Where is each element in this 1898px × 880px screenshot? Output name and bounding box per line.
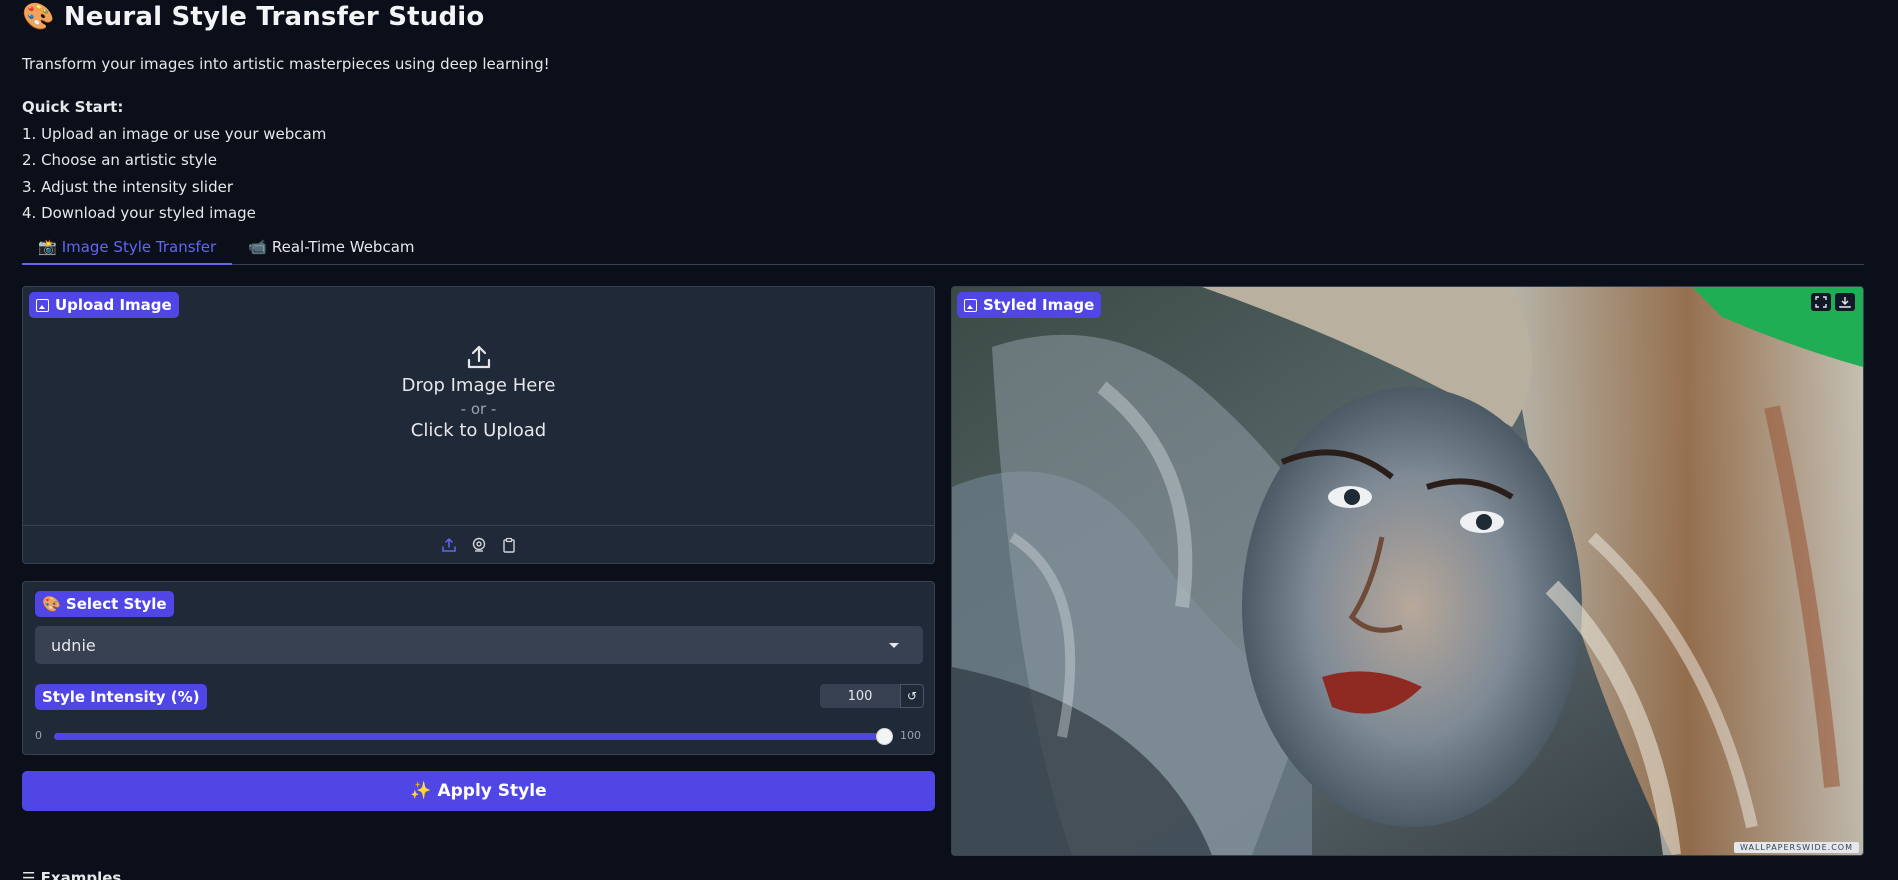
quick-start-step: 3. Adjust the intensity slider bbox=[22, 177, 233, 196]
upload-icon bbox=[441, 537, 456, 552]
styled-image bbox=[952, 287, 1863, 855]
tab-real-time-webcam[interactable]: 📹 Real-Time Webcam bbox=[232, 234, 430, 265]
style-dropdown[interactable]: udnie bbox=[35, 626, 923, 664]
upload-source-button[interactable] bbox=[439, 535, 459, 555]
clipboard-icon bbox=[502, 537, 515, 553]
source-selector bbox=[23, 525, 934, 563]
styled-image-panel: Styled Image WALLPAPERSWIDE.COM bbox=[951, 286, 1864, 856]
download-icon bbox=[1839, 297, 1851, 308]
webcam-source-button[interactable] bbox=[469, 535, 489, 555]
image-icon bbox=[964, 298, 977, 312]
slider-fill bbox=[54, 733, 884, 740]
upload-image-label-text: Upload Image bbox=[55, 296, 172, 314]
quick-start-step: 1. Upload an image or use your webcam bbox=[22, 124, 327, 143]
slider-thumb[interactable] bbox=[876, 728, 893, 745]
style-settings-panel: 🎨 Select Style udnie Style Intensity (%)… bbox=[22, 581, 935, 755]
webcam-icon bbox=[472, 537, 485, 552]
tab-image-style-transfer[interactable]: 📸 Image Style Transfer bbox=[22, 234, 233, 265]
click-to-upload-text: Click to Upload bbox=[410, 420, 547, 441]
chevron-down-icon bbox=[889, 643, 899, 648]
upload-image-panel: Upload Image Drop Image Here - or - Clic… bbox=[22, 286, 935, 564]
fullscreen-button[interactable] bbox=[1811, 293, 1831, 311]
camera-icon: 📸 bbox=[38, 238, 57, 256]
upload-icon bbox=[465, 343, 493, 371]
video-camera-icon: 📹 bbox=[248, 238, 267, 256]
image-toolbar bbox=[1811, 293, 1855, 311]
slider-min-label: 0 bbox=[35, 729, 42, 742]
drop-image-text: Drop Image Here bbox=[401, 375, 556, 396]
drop-zone[interactable]: Drop Image Here - or - Click to Upload bbox=[23, 327, 934, 512]
quick-start-step: 4. Download your styled image bbox=[22, 204, 256, 222]
examples-heading[interactable]: ☰ Examples bbox=[22, 869, 121, 880]
slider-max-label: 100 bbox=[900, 729, 921, 742]
watermark: WALLPAPERSWIDE.COM bbox=[1734, 842, 1859, 853]
reset-button[interactable]: ↺ bbox=[900, 684, 924, 708]
select-style-label: 🎨 Select Style bbox=[35, 591, 174, 617]
page-subtitle: Transform your images into artistic mast… bbox=[22, 55, 550, 73]
clipboard-source-button[interactable] bbox=[499, 535, 519, 555]
intensity-slider[interactable] bbox=[54, 728, 893, 745]
fullscreen-icon bbox=[1815, 296, 1827, 308]
page-title: 🎨 Neural Style Transfer Studio bbox=[22, 2, 485, 32]
app-root: 🎨 Neural Style Transfer Studio Transform… bbox=[0, 0, 1898, 880]
tab-bar: 📸 Image Style Transfer 📹 Real-Time Webcam bbox=[22, 234, 1864, 265]
style-intensity-label: Style Intensity (%) bbox=[35, 684, 207, 710]
or-text: - or - bbox=[460, 400, 497, 418]
style-dropdown-value: udnie bbox=[51, 635, 96, 655]
image-icon bbox=[36, 298, 49, 312]
intensity-number-input[interactable]: 100 bbox=[820, 684, 900, 708]
quick-start-title: Quick Start: bbox=[22, 98, 124, 116]
styled-image-label-text: Styled Image bbox=[983, 296, 1095, 314]
upload-image-label: Upload Image bbox=[29, 292, 179, 318]
reset-icon: ↺ bbox=[906, 689, 918, 703]
tab-label: Real-Time Webcam bbox=[271, 238, 415, 256]
tab-label: Image Style Transfer bbox=[61, 238, 217, 256]
quick-start: Quick Start: 1. Upload an image or use y… bbox=[22, 94, 326, 227]
download-button[interactable] bbox=[1835, 293, 1855, 311]
quick-start-step: 2. Choose an artistic style bbox=[22, 151, 217, 169]
apply-style-button[interactable]: ✨ Apply Style bbox=[22, 771, 935, 811]
styled-image-label: Styled Image bbox=[957, 292, 1102, 318]
